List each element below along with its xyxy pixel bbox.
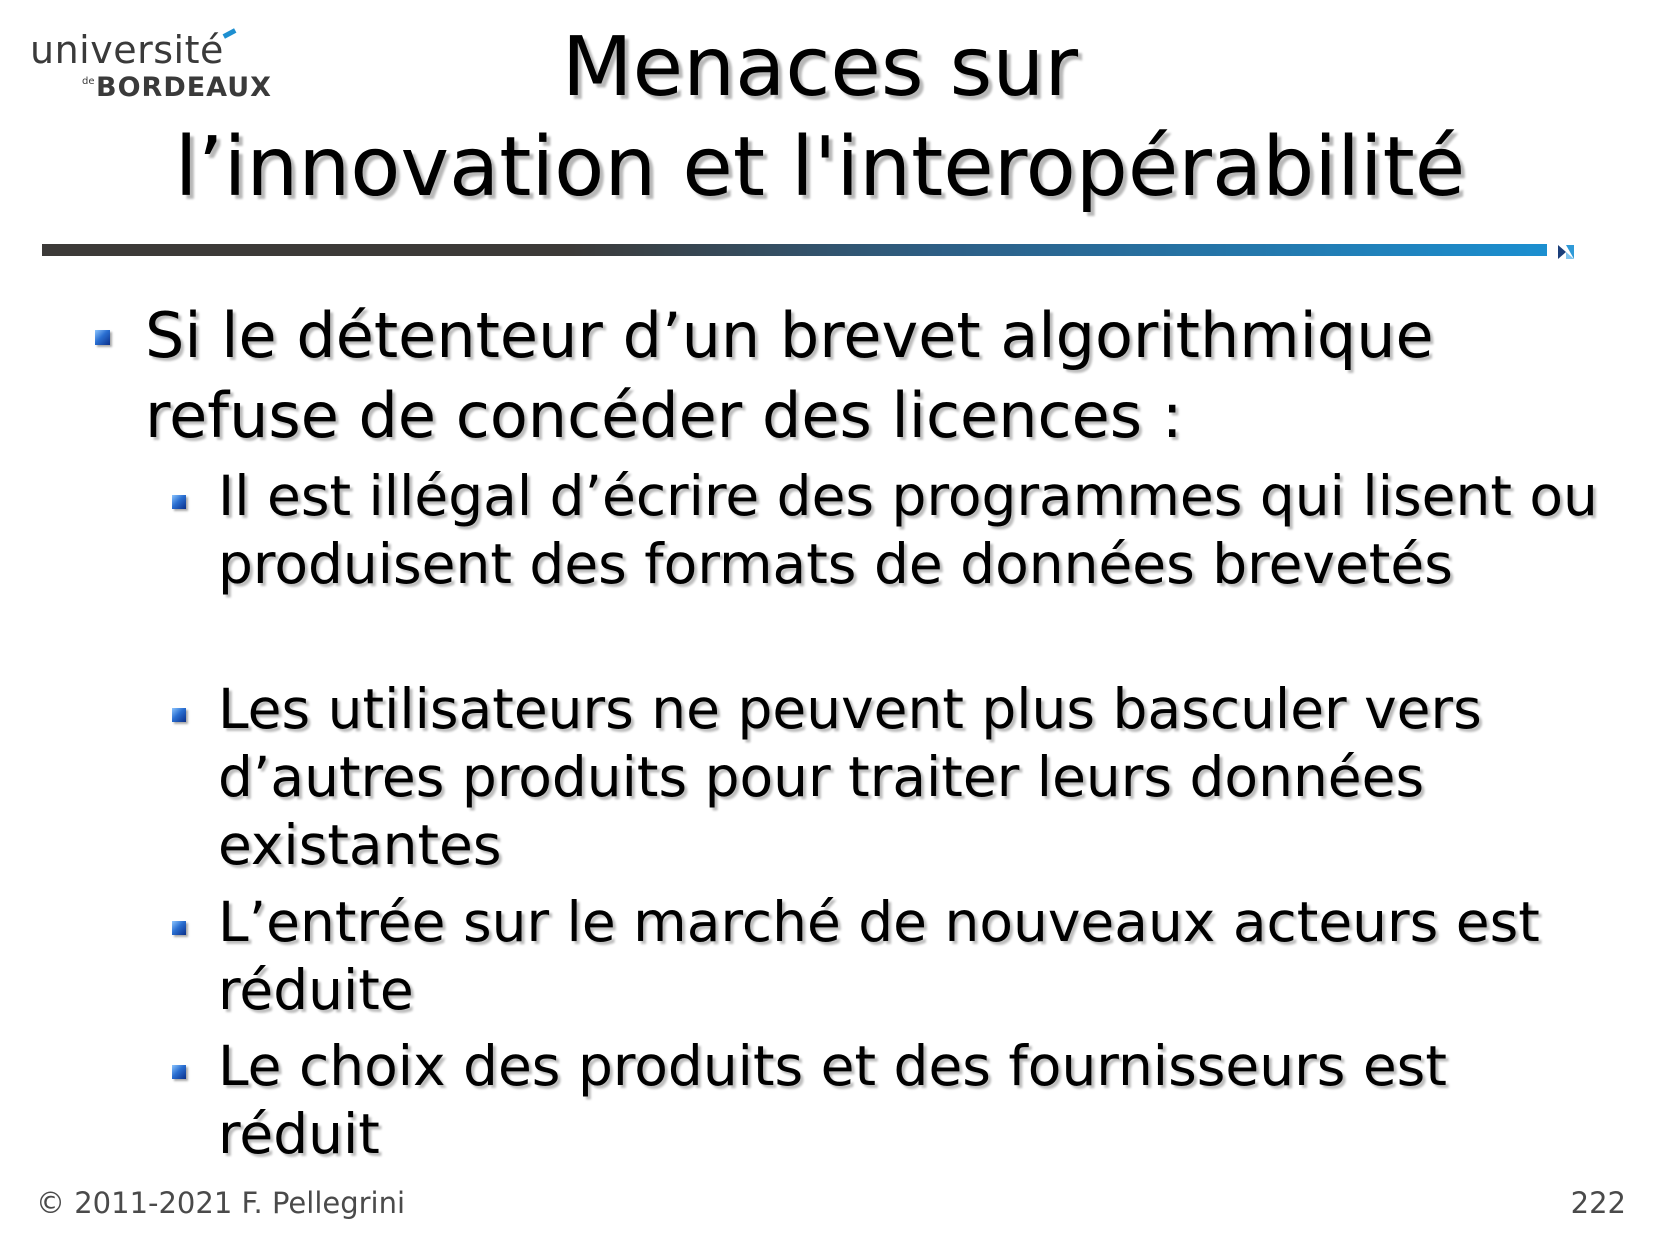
footer-copyright: © 2011-2021 F. Pellegrini [36, 1186, 406, 1220]
main-bullet-text: Si le détenteur d’un brevet algorithmiqu… [145, 299, 1434, 452]
sub-bullet-icon [172, 495, 186, 509]
sub-bullet-text-3: L’entrée sur le marché de nouveaux acteu… [218, 890, 1540, 1022]
page-number: 222 [1570, 1186, 1626, 1220]
sub-bullet-icon [172, 1065, 186, 1079]
bullet-icon [95, 330, 110, 345]
sub-bullet-text-1: Il est illégal d’écrire des programmes q… [218, 464, 1598, 596]
sub-bullet-icon [172, 708, 186, 722]
sub-bullet-text-2: Les utilisateurs ne peuvent plus bascule… [218, 677, 1482, 877]
sub-bullet-icon [172, 921, 186, 935]
sub-bullet-text-4: Le choix des produits et des fournisseur… [218, 1034, 1447, 1166]
slide-content: Si le détenteur d’un brevet algorithmiqu… [0, 0, 1654, 1241]
